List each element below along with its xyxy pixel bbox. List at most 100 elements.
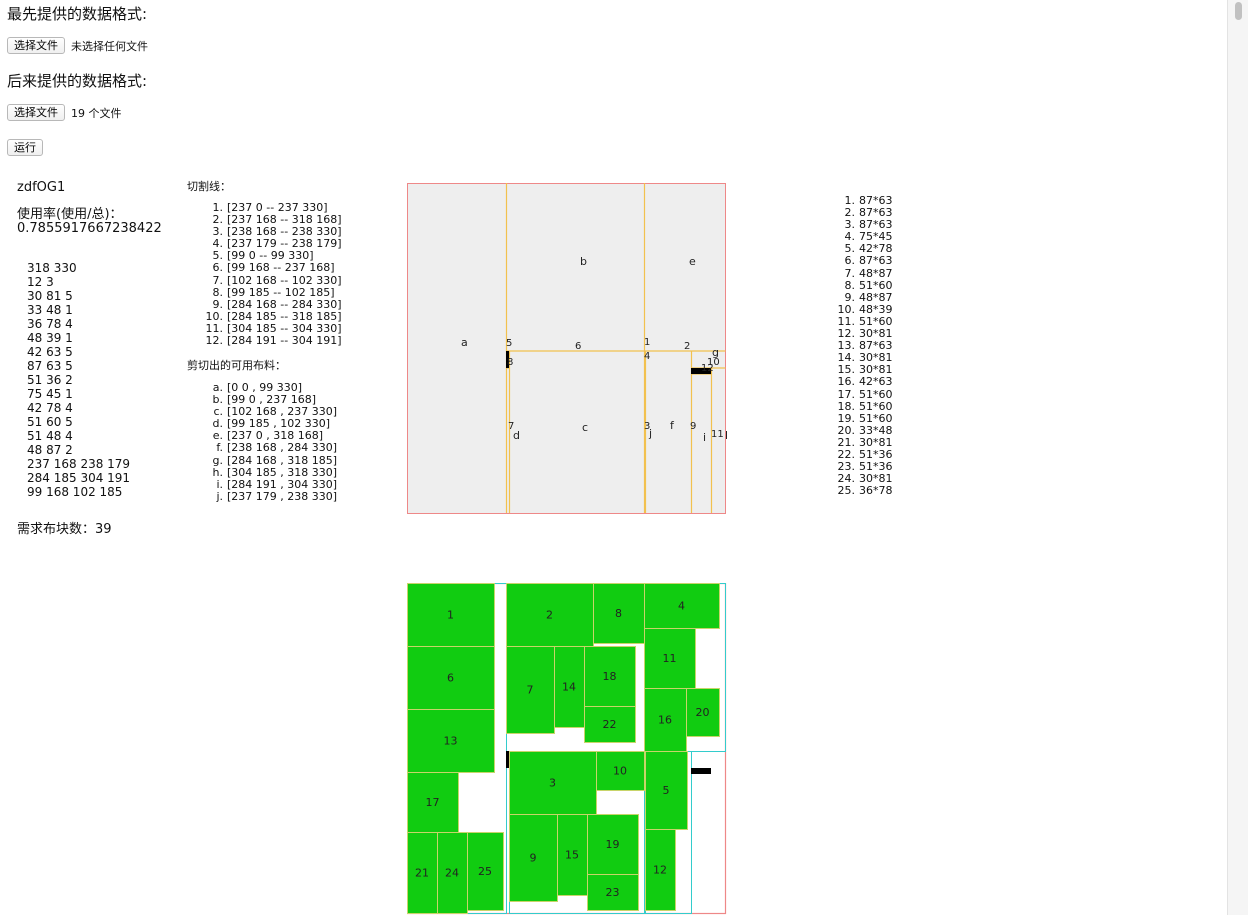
usable-item-value: [99 0 , 237 168]	[227, 393, 317, 407]
usable-item-key: g.	[212, 453, 223, 467]
run-button[interactable]: 运行	[7, 139, 43, 156]
region-label: e	[689, 255, 696, 268]
piece-size-item-key: 8.	[844, 278, 856, 292]
layout-piece-label: 25	[478, 865, 492, 878]
cut-line-item-key: 12.	[205, 334, 224, 348]
piece-size-item-value: 48*87	[859, 290, 893, 304]
piece-size-item-key: 19.	[837, 411, 856, 425]
input-data-line: 75 45 1	[27, 387, 73, 401]
piece-size-item-value: 87*63	[859, 339, 893, 353]
sheet-outline	[407, 183, 726, 514]
piece-size-item-value: 30*81	[859, 363, 893, 377]
piece-size-item-value: 75*45	[859, 230, 893, 244]
demand-label: 需求布块数：	[17, 522, 96, 537]
cut-line-item-value: [99 168 -- 237 168]	[227, 261, 335, 275]
piece-size-item-value: 42*78	[859, 242, 893, 256]
piece-size-item-value: 42*63	[859, 375, 893, 389]
cut-line-item-value: [284 168 -- 284 330]	[227, 297, 342, 311]
region-label: i	[703, 431, 706, 444]
input-data-line: 36 78 4	[27, 317, 73, 331]
cut-line-item-value: [238 168 -- 238 330]	[227, 225, 342, 239]
cut-line-item-value: [99 185 -- 102 185]	[227, 285, 335, 299]
input-data-line: 318 330	[27, 261, 77, 275]
layout-piece-label: 10	[613, 765, 627, 778]
input-data-line: 30 81 5	[27, 289, 73, 303]
piece-size-item-value: 87*63	[859, 254, 893, 268]
piece-size-item-value: 51*60	[859, 399, 893, 413]
piece-size-item-value: 87*63	[859, 206, 893, 220]
region-label: h	[725, 429, 727, 442]
cut-line-label: 5	[506, 338, 512, 349]
input-data-line: 42 63 5	[27, 345, 73, 359]
second-choose-file-button[interactable]: 选择文件	[7, 104, 65, 121]
input-data-list: 318 330 12 3 30 81 5 33 48 1 36 78 4 48 39 14…	[27, 261, 130, 499]
piece-size-item-value: 51*60	[859, 314, 893, 328]
layout-name: zdfOG1	[17, 180, 66, 195]
usable-item-value: [237 0 , 318 168]	[227, 429, 324, 443]
piece-size-item-value: 87*63	[859, 194, 893, 207]
cut-line-item-value: [237 0 -- 237 330]	[227, 201, 328, 214]
usable-title: 剪切出的可用布料：	[187, 359, 286, 372]
demand-count-row: 需求布块数：39	[17, 523, 112, 537]
piece-size-item-key: 6.	[844, 254, 856, 268]
cut-line-label: 8	[507, 357, 513, 368]
piece-size-item-value: 36*78	[859, 484, 893, 498]
cut-line-label: 1	[644, 337, 650, 348]
input-data-line: 284 185 304 191	[27, 471, 131, 485]
cut-line-item-value: [284 185 -- 318 185]	[227, 309, 342, 323]
cut-line-item-value: [237 168 -- 318 168]	[227, 213, 342, 227]
piece-size-item-key: 16.	[837, 375, 856, 389]
region-label: a	[461, 336, 468, 349]
cut-line-label: 7	[508, 421, 514, 432]
layout-piece-label: 15	[565, 849, 579, 862]
layout-piece-label: 14	[562, 681, 576, 694]
cut-line-item-value: [237 179 -- 238 179]	[227, 237, 342, 251]
piece-size-item-key: 17.	[837, 387, 856, 401]
cut-lines-title: 切割线：	[187, 180, 231, 193]
cutting-diagram: abecfdihjg561248739101112	[407, 183, 727, 514]
layout-piece-label: 22	[603, 718, 617, 731]
usable-item-key: h.	[212, 465, 223, 479]
layout-piece-label: 12	[653, 864, 667, 877]
cut-line-label: 2	[684, 341, 690, 352]
usage-value: 0.7855917667238422	[17, 221, 162, 236]
cut-line-label: 11	[711, 429, 724, 440]
piece-size-item-key: 7.	[844, 266, 856, 280]
usable-item-value: [102 168 , 237 330]	[227, 405, 338, 419]
usable-item-key: f.	[216, 441, 223, 455]
region-label: b	[580, 255, 587, 268]
usable-item-value: [237 179 , 238 330]	[227, 489, 338, 503]
piece-size-item-value: 30*81	[859, 327, 893, 341]
scrollbar-thumb[interactable]	[1235, 2, 1242, 20]
cut-lines-list: 1. [237 0 -- 237 330] 2. [237 168 -- 318 16…	[205, 201, 342, 348]
input-data-line: 99 168 102 185	[27, 485, 123, 499]
piece-size-item-value: 51*60	[859, 411, 893, 425]
layout-piece-label: 11	[663, 652, 677, 665]
cut-line-item-value: [102 168 -- 102 330]	[227, 273, 342, 287]
usable-item-value: [284 191 , 304 330]	[227, 477, 338, 491]
usable-list: a. [0 0 , 99 330] b. [99 0 , 237 168] c. [102…	[205, 381, 338, 503]
piece-size-item-value: 30*81	[859, 435, 893, 449]
input-data-line: 48 39 1	[27, 331, 73, 345]
first-choose-file-button[interactable]: 选择文件	[7, 37, 65, 54]
vertical-scrollbar[interactable]	[1227, 0, 1248, 915]
cut-line-item-value: [304 185 -- 304 330]	[227, 321, 342, 335]
piece-size-item-value: 51*60	[859, 278, 893, 292]
input-data-line: 33 48 1	[27, 303, 73, 317]
first-file-status: 未选择任何文件	[71, 40, 148, 53]
layout-diagram: 16131721 24 252 87 1418223109 151923411162051…	[407, 583, 727, 915]
usable-item-key: j.	[216, 489, 223, 503]
piece-size-item-value: 30*81	[859, 351, 893, 365]
layout-piece-label: 13	[444, 735, 458, 748]
piece-size-item-value: 51*36	[859, 447, 893, 461]
piece-size-item-value: 51*60	[859, 387, 893, 401]
layout-piece-label: 6	[447, 672, 454, 685]
layout-piece-label: 18	[603, 670, 617, 683]
cut-line-label: 12	[701, 363, 714, 374]
layout-piece-label: 23	[606, 886, 620, 899]
piece-size-item-value: 51*36	[859, 460, 893, 474]
usable-item-value: [0 0 , 99 330]	[227, 381, 303, 394]
cut-line-item-value: [284 191 -- 304 191]	[227, 334, 342, 348]
layout-piece-label: 4	[678, 600, 685, 613]
layout-piece-label: 9	[530, 852, 537, 865]
